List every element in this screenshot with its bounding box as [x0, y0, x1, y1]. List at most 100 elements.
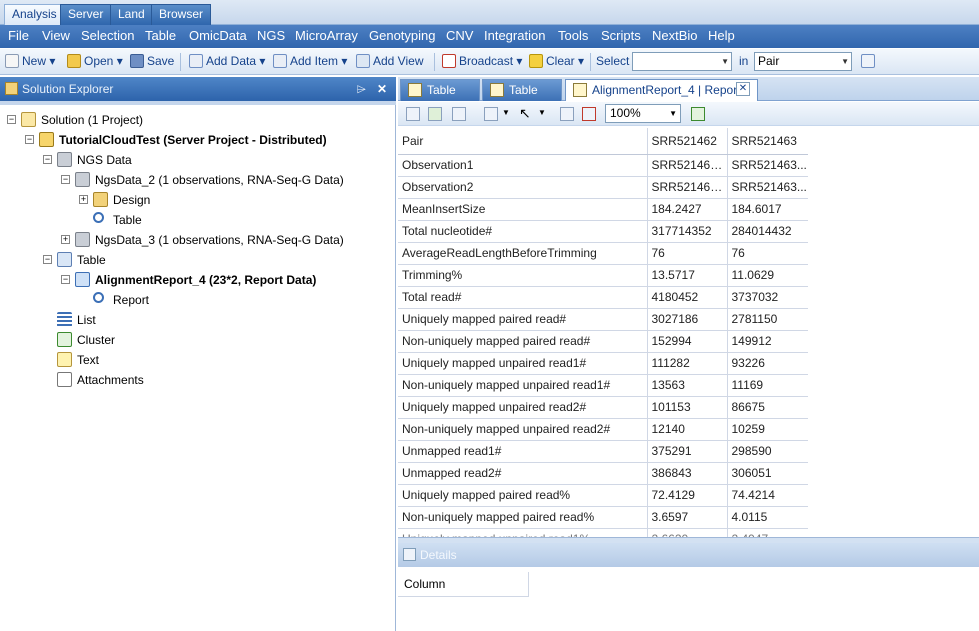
document-tab-bar: Table Table AlignmentReport_4 | Report — [398, 77, 979, 101]
in-dropdown[interactable]: Pair ▼ — [754, 52, 852, 71]
table-row[interactable]: Uniquely mapped paired read# 3027186 27811… — [398, 308, 808, 331]
tree-project[interactable]: TutorialCloudTest (Server Project - Dist… — [59, 130, 327, 150]
excel-export-icon[interactable] — [428, 107, 442, 121]
cell: SRR521463... — [727, 176, 808, 199]
mode-tab-browser[interactable]: Browser — [151, 4, 212, 25]
new-button[interactable]: New ▾ — [5, 53, 55, 71]
add-item-button[interactable]: Add Item ▾ — [273, 53, 347, 71]
column-header-srr521462[interactable]: SRR521462 — [647, 128, 728, 155]
add-view-button[interactable]: Add View — [356, 53, 423, 71]
open-button[interactable]: Open ▾ — [67, 53, 123, 71]
expand-icon[interactable]: + — [61, 235, 70, 244]
mode-tab-bar: Analysis Server Land Browser — [0, 0, 979, 25]
tree-alignment-report[interactable]: AlignmentReport_4 (23*2, Report Data) — [95, 270, 316, 290]
properties-icon[interactable] — [560, 107, 574, 121]
close-tab-icon[interactable]: ✕ — [736, 82, 750, 96]
menu-nextbio[interactable]: NextBio — [652, 28, 698, 43]
save-icon[interactable] — [452, 107, 466, 121]
tab-table-2[interactable]: Table — [482, 79, 562, 101]
column-header-pair[interactable]: Pair — [398, 128, 648, 155]
tree-ngsdata-2[interactable]: NgsData_2 (1 observations, RNA-Seq-G Dat… — [95, 170, 344, 190]
zoom-dropdown[interactable]: 100% ▼ — [605, 104, 681, 123]
column-header-srr521463[interactable]: SRR521463 — [727, 128, 808, 155]
clear-button[interactable]: Clear ▾ — [529, 53, 584, 71]
table-row[interactable]: Unmapped read2# 386843 306051 — [398, 462, 808, 485]
add-column-icon[interactable] — [691, 107, 705, 121]
mode-tab-land[interactable]: Land — [110, 4, 153, 25]
collapse-icon[interactable]: − — [61, 175, 70, 184]
menu-file[interactable]: File — [8, 28, 29, 43]
menu-selection[interactable]: Selection — [81, 28, 134, 43]
broadcast-icon — [442, 54, 456, 68]
tree-cluster[interactable]: Cluster — [77, 330, 115, 350]
collapse-icon[interactable]: − — [7, 115, 16, 124]
add-data-button[interactable]: Add Data ▾ — [189, 53, 265, 71]
table-row[interactable]: Total read# 4180452 3737032 — [398, 286, 808, 309]
menu-table[interactable]: Table — [145, 28, 176, 43]
expand-icon[interactable]: + — [79, 195, 88, 204]
menu-integration[interactable]: Integration — [484, 28, 545, 43]
collapse-icon[interactable]: − — [61, 275, 70, 284]
table-row[interactable]: Trimming% 13.5717 11.0629 — [398, 264, 808, 287]
collapse-icon[interactable]: − — [43, 155, 52, 164]
chevron-down-icon[interactable]: ▼ — [538, 108, 546, 117]
table-row[interactable]: Non-uniquely mapped paired read% 3.6597 4.… — [398, 506, 808, 529]
tree-report[interactable]: Report — [113, 290, 149, 310]
grid-toolbar: ▼ ↖ ▼ — [398, 102, 979, 126]
copy-icon[interactable] — [484, 107, 498, 121]
tree-design[interactable]: Design — [113, 190, 150, 210]
table-row[interactable]: MeanInsertSize 184.2427 184.6017 — [398, 198, 808, 221]
cell: 184.6017 — [727, 198, 808, 221]
table-row[interactable]: Uniquely mapped unpaired read1# 111282 932… — [398, 352, 808, 375]
tree-table[interactable]: Table — [77, 250, 106, 270]
pointer-icon[interactable]: ↖ — [519, 105, 531, 122]
select-input[interactable]: ▼ — [632, 52, 732, 71]
table-row[interactable]: Total nucleotide# 317714352 284014432 — [398, 220, 808, 243]
tree-table-view[interactable]: Table — [113, 210, 142, 230]
menu-omicdata[interactable]: OmicData — [189, 28, 247, 43]
menu-scripts[interactable]: Scripts — [601, 28, 641, 43]
collapse-icon[interactable]: − — [25, 135, 34, 144]
collapse-icon[interactable]: − — [43, 255, 52, 264]
table-row[interactable]: Uniquely mapped unpaired read1%2.66202.4… — [398, 528, 808, 537]
table-row[interactable]: Unmapped read1# 375291 298590 — [398, 440, 808, 463]
tree-attachments[interactable]: Attachments — [77, 370, 144, 390]
table-row[interactable]: Non-uniquely mapped paired read# 152994 14… — [398, 330, 808, 353]
menu-tools[interactable]: Tools — [558, 28, 588, 43]
menu-genotyping[interactable]: Genotyping — [369, 28, 436, 43]
details-column-header[interactable]: Column — [398, 572, 529, 597]
tree-text[interactable]: Text — [77, 350, 99, 370]
close-icon[interactable]: ✕ — [377, 77, 387, 101]
pin-icon[interactable]: ⌲ — [357, 77, 366, 101]
menu-help[interactable]: Help — [708, 28, 735, 43]
tree-list[interactable]: List — [77, 310, 96, 330]
table-row[interactable]: Uniquely mapped paired read% 72.4129 74.42… — [398, 484, 808, 507]
chevron-down-icon[interactable]: ▼ — [502, 108, 510, 117]
menu-microarray[interactable]: MicroArray — [295, 28, 358, 43]
tree-ngsdata-3[interactable]: NgsData_3 (1 observations, RNA-Seq-G Dat… — [95, 230, 344, 250]
table-row[interactable]: Observation2 SRR521462... SRR521463... — [398, 176, 808, 199]
document-icon[interactable] — [406, 107, 420, 121]
menu-view[interactable]: View — [42, 28, 70, 43]
table-row[interactable]: Uniquely mapped unpaired read2# 101153 866… — [398, 396, 808, 419]
row-label: Observation2 — [398, 176, 648, 199]
tab-table-1[interactable]: Table — [400, 79, 480, 101]
broom-icon — [529, 54, 543, 68]
save-button[interactable]: Save — [130, 53, 174, 71]
cell: SRR521463... — [727, 154, 808, 177]
table-row[interactable]: AverageReadLengthBeforeTrimming 76 76 — [398, 242, 808, 265]
mode-tab-analysis[interactable]: Analysis — [4, 4, 65, 25]
cell: 386843 — [647, 462, 728, 485]
table-row[interactable]: Observation1 SRR521462... SRR521463... — [398, 154, 808, 177]
mode-tab-server[interactable]: Server — [60, 4, 112, 25]
filter-button[interactable] — [861, 53, 878, 71]
tab-alignment-report[interactable]: AlignmentReport_4 | Report — [565, 79, 758, 101]
tree-solution[interactable]: Solution (1 Project) — [41, 110, 143, 130]
filter-clear-icon[interactable] — [582, 107, 596, 121]
table-row[interactable]: Non-uniquely mapped unpaired read2# 12140… — [398, 418, 808, 441]
tree-ngs-data[interactable]: NGS Data — [77, 150, 132, 170]
menu-ngs[interactable]: NGS — [257, 28, 285, 43]
broadcast-button[interactable]: Broadcast ▾ — [442, 53, 522, 71]
table-row[interactable]: Non-uniquely mapped unpaired read1# 13563… — [398, 374, 808, 397]
menu-cnv[interactable]: CNV — [446, 28, 473, 43]
